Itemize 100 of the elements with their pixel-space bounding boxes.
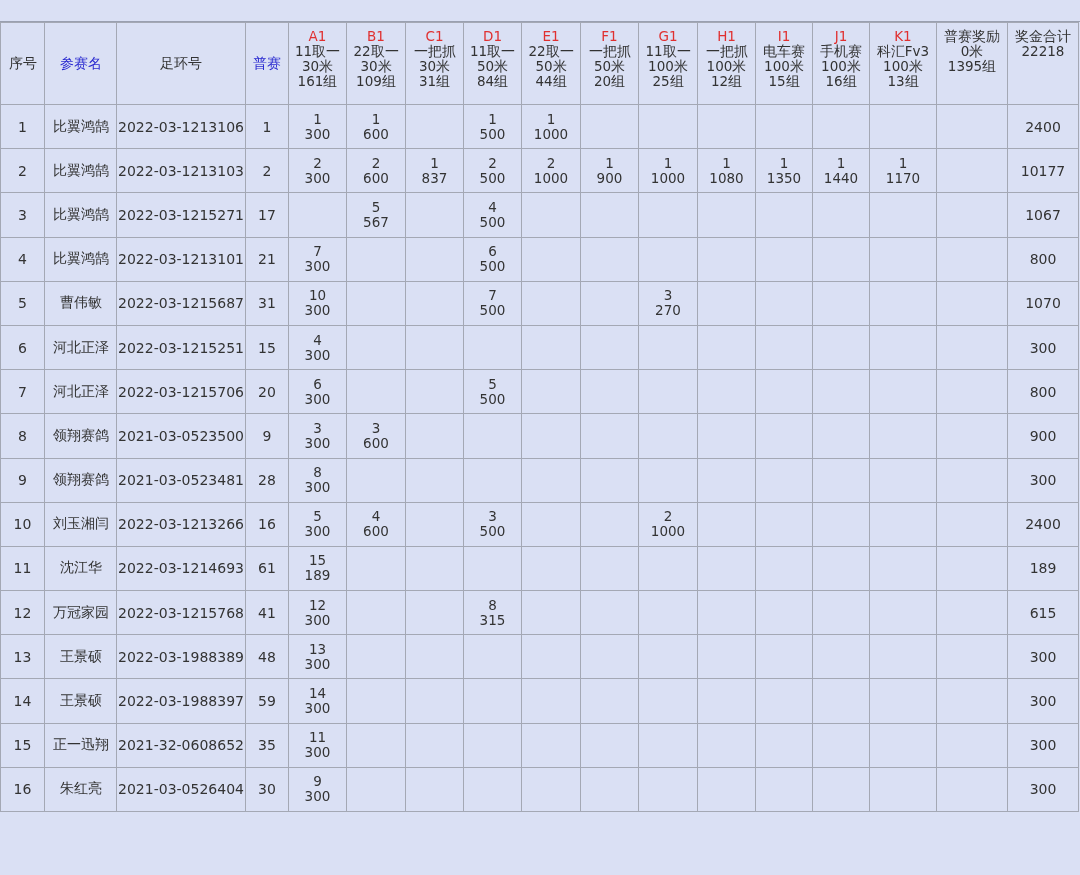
table-cell: 2400 <box>1007 104 1079 149</box>
table-cell: 河北正泽 <box>44 325 117 370</box>
table-cell: 9 300 <box>288 767 347 812</box>
table-cell: 1 837 <box>405 148 464 193</box>
table-cell: 5 <box>0 281 45 326</box>
table-cell: 11 300 <box>288 723 347 768</box>
table-cell: 1 900 <box>580 148 639 193</box>
table-cell: 万冠家园 <box>44 590 117 635</box>
table-cell: 1 <box>245 104 289 149</box>
column-header: 普赛奖励 0米 1395组 <box>936 22 1008 105</box>
table-cell: 朱红亮 <box>44 767 117 812</box>
table-cell: 6 <box>0 325 45 370</box>
table-cell: 1 <box>0 104 45 149</box>
table-cell: 2021-03-0526404 <box>116 767 246 812</box>
column-header: K1 科汇Fv3 100米 13组 <box>869 22 937 105</box>
table-cell: 16 <box>0 767 45 812</box>
column-header: A1 11取一 30米 161组 <box>288 22 347 105</box>
table-cell: 2022-03-1214693 <box>116 546 246 591</box>
column-header: G1 11取一 100米 25组 <box>638 22 698 105</box>
table-cell: 3 300 <box>288 413 347 458</box>
table-cell: 2 600 <box>346 148 406 193</box>
table-cell: 9 <box>245 413 289 458</box>
table-cell: 6 300 <box>288 369 347 414</box>
table-cell: 1 300 <box>288 104 347 149</box>
table-cell: 35 <box>245 723 289 768</box>
column-header: 奖金合计 22218 <box>1007 22 1079 105</box>
column-header: D1 11取一 50米 84组 <box>463 22 522 105</box>
table-cell: 比翼鸿鹄 <box>44 237 117 282</box>
table-cell: 31 <box>245 281 289 326</box>
table-cell: 300 <box>1007 458 1079 503</box>
table-cell: 21 <box>245 237 289 282</box>
table-cell: 2022-03-1213106 <box>116 104 246 149</box>
table-cell: 800 <box>1007 369 1079 414</box>
table-cell: 4 600 <box>346 502 406 547</box>
table-cell: 17 <box>245 192 289 238</box>
table-cell: 2022-03-1213103 <box>116 148 246 193</box>
table-cell: 2022-03-1213101 <box>116 237 246 282</box>
table-cell: 8 315 <box>463 590 522 635</box>
column-header: 足环号 <box>116 22 246 105</box>
table-cell: 900 <box>1007 413 1079 458</box>
column-header: 序号 <box>0 22 45 105</box>
table-cell: 5 500 <box>463 369 522 414</box>
table-cell: 7 500 <box>463 281 522 326</box>
table-cell: 11 <box>0 546 45 591</box>
table-cell: 2022-03-1988389 <box>116 634 246 679</box>
table-cell: 王景硕 <box>44 678 117 724</box>
table-cell: 领翔赛鸽 <box>44 413 117 458</box>
table-cell: 300 <box>1007 634 1079 679</box>
column-header: C1 一把抓 30米 31组 <box>405 22 464 105</box>
table-cell: 300 <box>1007 678 1079 724</box>
table-cell: 8 300 <box>288 458 347 503</box>
table-cell: 1 1170 <box>869 148 937 193</box>
column-header[interactable]: 参赛名 <box>44 22 117 105</box>
table-cell: 1 1080 <box>697 148 756 193</box>
table-cell: 2022-03-1215251 <box>116 325 246 370</box>
table-cell: 比翼鸿鹄 <box>44 104 117 149</box>
table-cell: 1 500 <box>463 104 522 149</box>
table-cell: 15 <box>0 723 45 768</box>
table-cell: 59 <box>245 678 289 724</box>
table-cell: 2021-03-0523500 <box>116 413 246 458</box>
table-cell: 300 <box>1007 325 1079 370</box>
table-cell: 比翼鸿鹄 <box>44 148 117 193</box>
table-cell: 2022-03-1215768 <box>116 590 246 635</box>
column-header: B1 22取一 30米 109组 <box>346 22 406 105</box>
column-header[interactable]: 普赛 <box>245 22 289 105</box>
table-cell: 2021-03-0523481 <box>116 458 246 503</box>
table-cell: 5 567 <box>346 192 406 238</box>
table-cell: 5 300 <box>288 502 347 547</box>
table-cell: 15 <box>245 325 289 370</box>
table-cell: 2 1000 <box>521 148 581 193</box>
table-cell: 615 <box>1007 590 1079 635</box>
table-cell: 3 600 <box>346 413 406 458</box>
table-cell: 14 <box>0 678 45 724</box>
table-cell: 王景硕 <box>44 634 117 679</box>
table-cell: 1 1000 <box>521 104 581 149</box>
table-cell: 沈江华 <box>44 546 117 591</box>
table-cell: 10 <box>0 502 45 547</box>
table-cell: 3 <box>0 192 45 238</box>
table-cell: 比翼鸿鹄 <box>44 192 117 238</box>
table-cell: 河北正泽 <box>44 369 117 414</box>
table-cell: 2022-03-1215687 <box>116 281 246 326</box>
table-cell: 41 <box>245 590 289 635</box>
table-cell: 300 <box>1007 767 1079 812</box>
table-cell: 10177 <box>1007 148 1079 193</box>
table-cell: 3 500 <box>463 502 522 547</box>
table-cell: 8 <box>0 413 45 458</box>
table-cell: 2021-32-0608652 <box>116 723 246 768</box>
column-header: F1 一把抓 50米 20组 <box>580 22 639 105</box>
table-cell: 800 <box>1007 237 1079 282</box>
table-cell: 12 <box>0 590 45 635</box>
table-cell: 2 <box>0 148 45 193</box>
column-header: E1 22取一 50米 44组 <box>521 22 581 105</box>
table-cell: 61 <box>245 546 289 591</box>
table-cell: 刘玉湘闫 <box>44 502 117 547</box>
column-header: H1 一把抓 100米 12组 <box>697 22 756 105</box>
table-cell: 2022-03-1213266 <box>116 502 246 547</box>
table-cell: 28 <box>245 458 289 503</box>
table-cell: 14 300 <box>288 678 347 724</box>
table-cell: 10 300 <box>288 281 347 326</box>
table-cell: 20 <box>245 369 289 414</box>
